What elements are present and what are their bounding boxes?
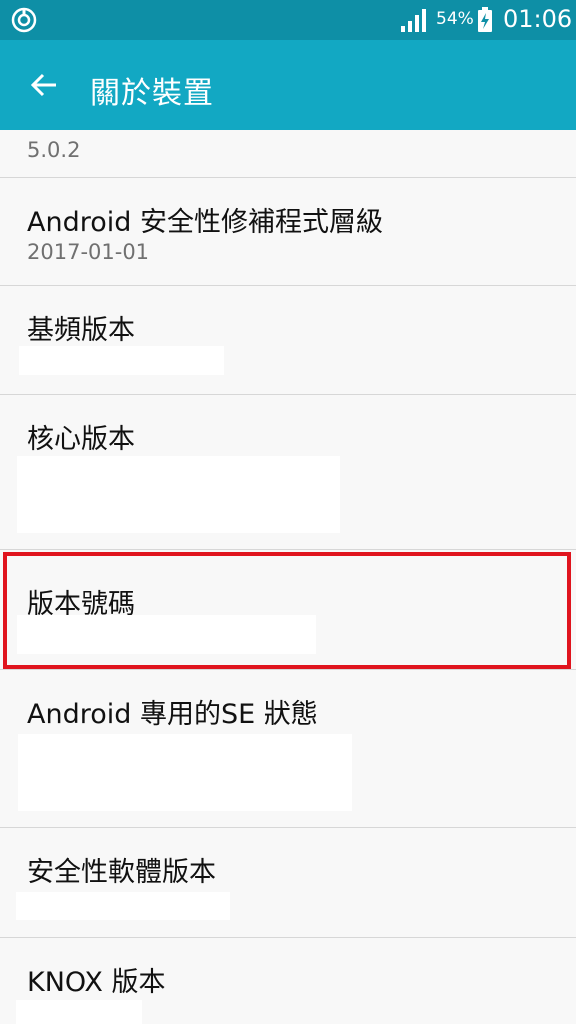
list-item-title: 核心版本 [27,424,135,455]
redacted-value [17,456,340,533]
battery-charging-icon [477,7,493,33]
arrow-left-icon [30,73,56,97]
page-title: 關於裝置 [90,76,214,111]
status-bar: 54% 01:06 [0,0,576,40]
sync-icon [10,6,38,34]
list-item-build-number[interactable]: 版本號碼 [0,550,576,670]
list-item-baseband-version[interactable]: 基頻版本 [0,286,576,395]
redacted-value [16,892,230,920]
list-item-title: KNOX 版本 [27,967,166,998]
list-item-title: 基頻版本 [27,315,135,346]
list-item-subtitle: 5.0.2 [27,138,81,162]
list-item-title: Android 安全性修補程式層級 [27,207,383,238]
list-item-subtitle: 2017-01-01 [27,240,150,264]
list-item-knox-version[interactable]: KNOX 版本 [0,938,576,1024]
list-item-se-android-status[interactable]: Android 專用的SE 狀態 [0,670,576,828]
list-item-title: 安全性軟體版本 [27,857,216,888]
list-item-kernel-version[interactable]: 核心版本 [0,395,576,550]
redacted-value [18,734,352,811]
list-item-title: Android 專用的SE 狀態 [27,699,318,730]
list-item-security-patch-level[interactable]: Android 安全性修補程式層級 2017-01-01 [0,178,576,286]
settings-list: 5.0.2 Android 安全性修補程式層級 2017-01-01 基頻版本 … [0,130,576,1024]
back-button[interactable] [18,64,72,106]
list-item-security-software-version[interactable]: 安全性軟體版本 [0,828,576,938]
signal-icon [400,7,428,33]
redacted-value [17,615,316,654]
clock: 01:06 [503,5,573,33]
redacted-value [16,1000,142,1024]
app-bar: 關於裝置 [0,40,576,130]
list-item-android-version[interactable]: 5.0.2 [0,130,576,178]
redacted-value [19,346,224,375]
battery-percent: 54% [436,9,474,29]
